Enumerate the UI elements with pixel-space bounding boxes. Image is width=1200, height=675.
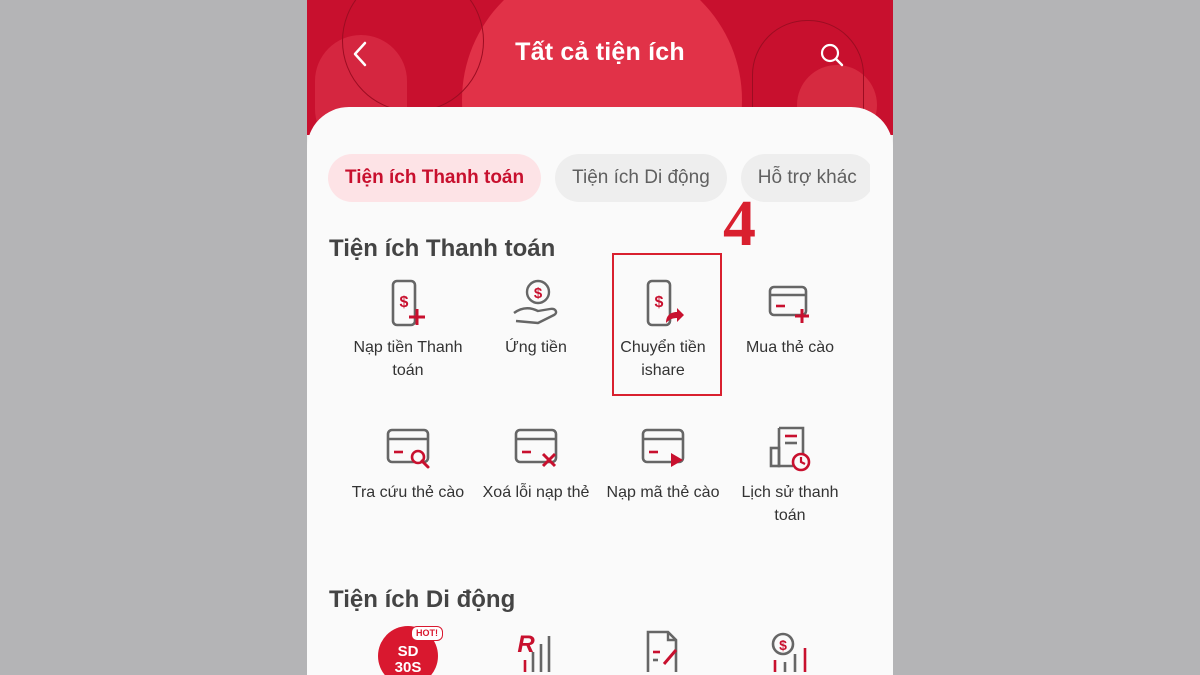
tile-label: Lịch sử thanh toán: [741, 484, 839, 524]
svg-text:$: $: [534, 285, 543, 302]
page-title: Tất cả tiện ích: [515, 38, 685, 66]
tile-lookup-scratch-card[interactable]: Tra cứu thẻ cào: [344, 424, 472, 504]
step-number-label: 4: [723, 187, 756, 260]
search-button[interactable]: [817, 40, 847, 70]
tile-buy-scratch-card[interactable]: Mua thẻ cào: [726, 279, 854, 359]
card-remove-icon: [514, 428, 558, 468]
tile-coin-signal[interactable]: $: [726, 622, 854, 672]
section-title-payment: Tiện ích Thanh toán: [329, 235, 556, 262]
card-plus-icon: [768, 285, 809, 323]
tile-label: Tra cứu thẻ cào: [351, 484, 465, 501]
content-panel: Tiện ích Thanh toán Tiện ích Di động Hỗ tr…: [307, 107, 893, 675]
sd30s-logo-icon: HOT! SD 30S: [378, 622, 443, 675]
phone-dollar-plus-icon: $: [391, 279, 425, 327]
search-icon: [820, 43, 844, 67]
r-signal-icon: R: [517, 631, 551, 672]
tile-r-signal[interactable]: R: [472, 622, 600, 672]
tile-top-up-payment[interactable]: $ Nạp tiền Thanh toán: [344, 279, 472, 382]
chevron-left-icon: [353, 41, 367, 67]
tile-sd30s[interactable]: HOT! SD 30S: [344, 622, 472, 675]
tab-payment[interactable]: Tiện ích Thanh toán: [328, 154, 542, 202]
tile-label: Nạp tiền Thanh toán: [353, 339, 463, 379]
section-title-mobile: Tiện ích Di động: [329, 586, 516, 613]
svg-text:$: $: [779, 637, 787, 653]
tile-advance-money[interactable]: $ Ứng tiền: [472, 279, 600, 359]
receipt-clock-icon: [769, 426, 811, 472]
tile-label: Ứng tiền: [505, 339, 567, 356]
tile-clear-topup-error[interactable]: Xoá lỗi nạp thẻ: [472, 424, 600, 504]
tile-document-edit[interactable]: [599, 622, 727, 672]
back-button[interactable]: [345, 38, 375, 70]
app-screen: Tất cả tiện ích Tiện ích Thanh toán Tiện …: [307, 0, 893, 675]
tab-mobile[interactable]: Tiện ích Di động: [555, 154, 727, 202]
coin-signal-icon: $: [771, 632, 807, 672]
tile-label: Nạp mã thẻ cào: [606, 484, 720, 501]
card-search-icon: [386, 428, 430, 469]
category-tabs: Tiện ích Thanh toán Tiện ích Di động Hỗ tr…: [328, 154, 870, 204]
document-edit-icon: [646, 630, 678, 672]
step-highlight-box: [612, 253, 722, 396]
svg-text:$: $: [400, 294, 409, 311]
tile-label: Xoá lỗi nạp thẻ: [482, 484, 590, 501]
tile-redeem-card-code[interactable]: Nạp mã thẻ cào: [599, 424, 727, 504]
tile-label: Mua thẻ cào: [745, 339, 835, 356]
hand-coin-icon: $: [513, 279, 558, 325]
tile-payment-history[interactable]: Lịch sử thanh toán: [726, 424, 854, 527]
card-play-icon: [641, 428, 685, 467]
